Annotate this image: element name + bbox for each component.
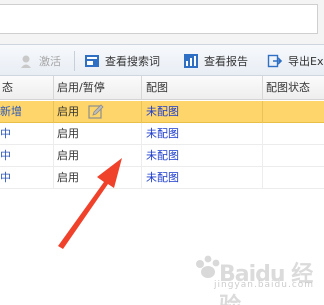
column-divider bbox=[53, 123, 54, 145]
table-row[interactable]: 中 启用 未配图 bbox=[0, 123, 324, 145]
export-label: 导出Ex bbox=[288, 55, 324, 68]
search-terms-icon bbox=[84, 53, 100, 69]
row-status: 中 bbox=[0, 149, 11, 162]
column-divider bbox=[262, 167, 263, 189]
view-report-label: 查看报告 bbox=[204, 55, 248, 68]
column-divider bbox=[262, 145, 263, 167]
row-enable[interactable]: 启用 bbox=[57, 101, 79, 123]
col-header-match[interactable]: 配图 bbox=[146, 76, 168, 100]
column-divider bbox=[53, 167, 54, 189]
column-divider bbox=[53, 101, 54, 123]
column-divider bbox=[262, 101, 263, 123]
column-divider[interactable] bbox=[141, 76, 142, 100]
row-match[interactable]: 未配图 bbox=[146, 101, 179, 123]
activate-button[interactable]: 激活 bbox=[18, 52, 61, 70]
row-enable[interactable]: 启用 bbox=[57, 123, 79, 145]
column-divider bbox=[141, 123, 142, 145]
activate-icon bbox=[18, 53, 34, 69]
col-header-status[interactable]: 态 bbox=[2, 76, 13, 100]
row-status: 中 bbox=[0, 127, 11, 140]
export-icon bbox=[267, 53, 283, 69]
row-match[interactable]: 未配图 bbox=[146, 123, 179, 145]
bar-chart-icon bbox=[183, 53, 199, 69]
table-row[interactable]: 中 启用 未配图 bbox=[0, 167, 324, 189]
watermark-domain: jingyan.baidu.com bbox=[214, 280, 315, 290]
toolbar: 激活 查看搜索词 查看报告 导出Ex bbox=[0, 44, 324, 76]
column-divider[interactable] bbox=[53, 76, 54, 100]
row-enable[interactable]: 启用 bbox=[57, 145, 79, 167]
row-status: 新增 bbox=[0, 105, 22, 118]
search-box-area[interactable] bbox=[0, 4, 318, 34]
row-match[interactable]: 未配图 bbox=[146, 167, 179, 189]
column-divider[interactable] bbox=[262, 76, 263, 100]
col-header-enable[interactable]: 启用/暂停 bbox=[57, 76, 105, 100]
edit-icon[interactable] bbox=[88, 104, 104, 120]
table-row[interactable]: 新增 启用 未配图 bbox=[0, 101, 324, 123]
toolbar-separator bbox=[74, 51, 75, 71]
table-row[interactable]: 中 启用 未配图 bbox=[0, 145, 324, 167]
table-header: 态 启用/暂停 配图 配图状态 bbox=[0, 76, 324, 100]
row-enable[interactable]: 启用 bbox=[57, 167, 79, 189]
row-match[interactable]: 未配图 bbox=[146, 145, 179, 167]
export-button[interactable]: 导出Ex bbox=[267, 52, 323, 70]
row-status: 中 bbox=[0, 171, 11, 184]
column-divider bbox=[141, 145, 142, 167]
view-search-terms-label: 查看搜索词 bbox=[105, 55, 160, 68]
view-search-terms-button[interactable]: 查看搜索词 bbox=[84, 52, 160, 70]
column-divider bbox=[141, 167, 142, 189]
column-divider bbox=[262, 123, 263, 145]
column-divider bbox=[53, 145, 54, 167]
col-header-match-status[interactable]: 配图状态 bbox=[266, 76, 310, 100]
activate-label: 激活 bbox=[39, 55, 61, 68]
view-report-button[interactable]: 查看报告 bbox=[183, 52, 248, 70]
column-divider bbox=[141, 101, 142, 123]
top-band bbox=[0, 0, 324, 44]
